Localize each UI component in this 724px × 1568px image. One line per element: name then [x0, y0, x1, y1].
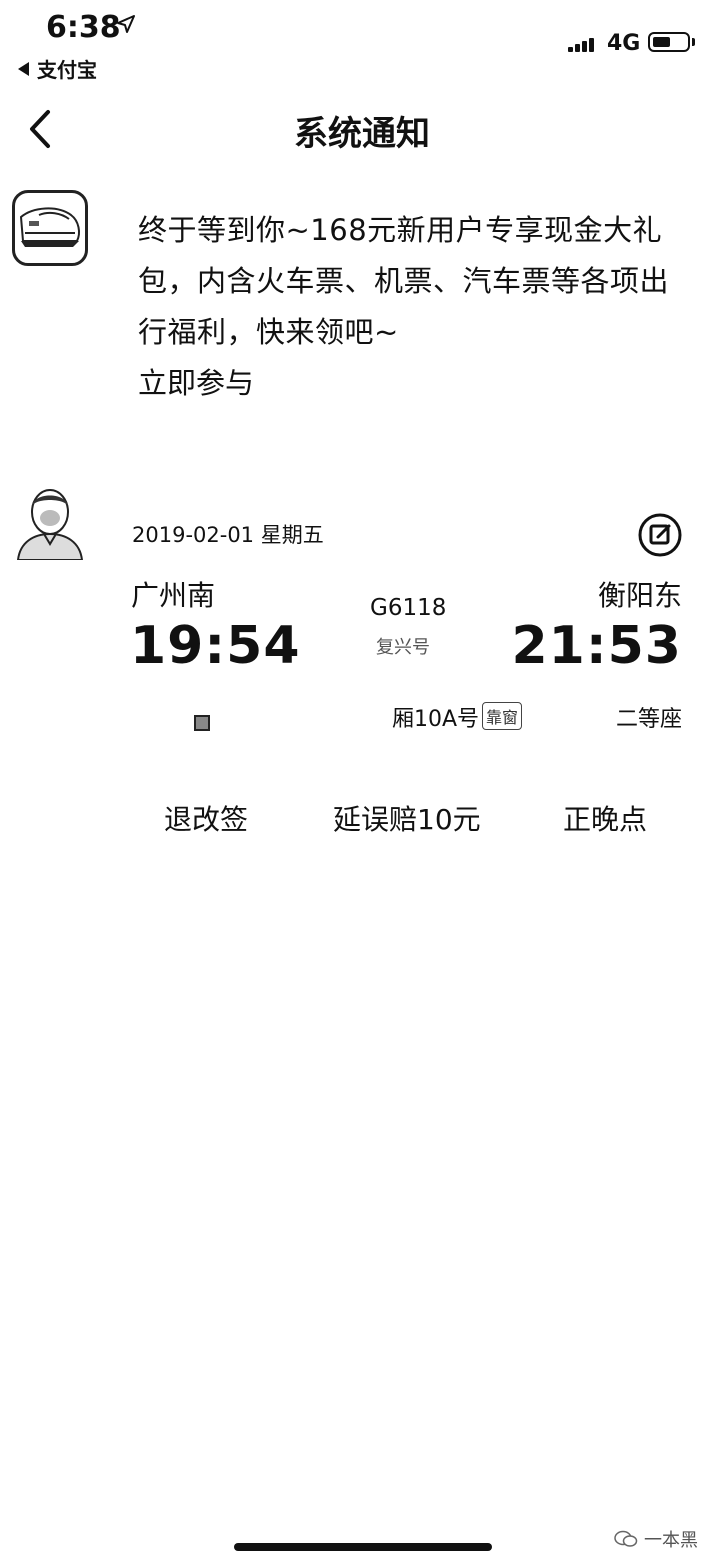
network-type: 4G — [607, 31, 641, 56]
seat-class: 二等座 — [615, 707, 682, 732]
screen: 6:38 支付宝 4G 系统通知 终于等到你~168元新用户专享现金大礼包，内含… — [0, 0, 724, 1568]
train-type: 复兴号 — [376, 637, 430, 658]
location-arrow-icon — [117, 15, 135, 33]
ticket-date: 2019-02-01 星期五 — [132, 523, 324, 547]
arrival-station: 衡阳东 — [597, 579, 682, 612]
carriage-marker-icon — [194, 715, 210, 731]
signal-icon — [568, 36, 594, 52]
battery-icon — [648, 32, 690, 52]
departure-station: 广州南 — [131, 579, 216, 612]
ticket-detail-icon[interactable] — [638, 513, 682, 557]
delay-compensation-button[interactable]: 延误赔10元 — [333, 798, 481, 838]
back-triangle-icon — [18, 61, 29, 76]
wechat-icon — [614, 1530, 638, 1547]
home-indicator[interactable] — [234, 1543, 492, 1551]
window-seat-badge: 靠窗 — [482, 702, 523, 730]
watermark: 一本黑 — [614, 1526, 698, 1552]
back-app-label: 支付宝 — [37, 58, 97, 82]
change-refund-button[interactable]: 退改签 — [164, 798, 248, 838]
notification-message: 终于等到你~168元新用户专享现金大礼包，内含火车票、机票、汽车票等各项出行福利… — [138, 213, 670, 349]
back-to-app-button[interactable]: 支付宝 — [18, 54, 97, 83]
arrival-time: 21:53 — [511, 616, 682, 676]
watermark-text: 一本黑 — [644, 1530, 698, 1551]
punctuality-button[interactable]: 正晚点 — [563, 798, 647, 838]
battery-tip — [692, 38, 695, 46]
seat-number: 厢10A号 — [392, 707, 480, 732]
page-title: 系统通知 — [294, 114, 430, 154]
avatar-icon — [16, 489, 84, 560]
departure-time: 19:54 — [130, 616, 301, 676]
train-number: G6118 — [370, 595, 447, 621]
train-app-icon — [12, 190, 88, 266]
join-now-link[interactable]: 立即参与 — [138, 358, 254, 409]
status-time: 6:38 — [46, 10, 121, 45]
